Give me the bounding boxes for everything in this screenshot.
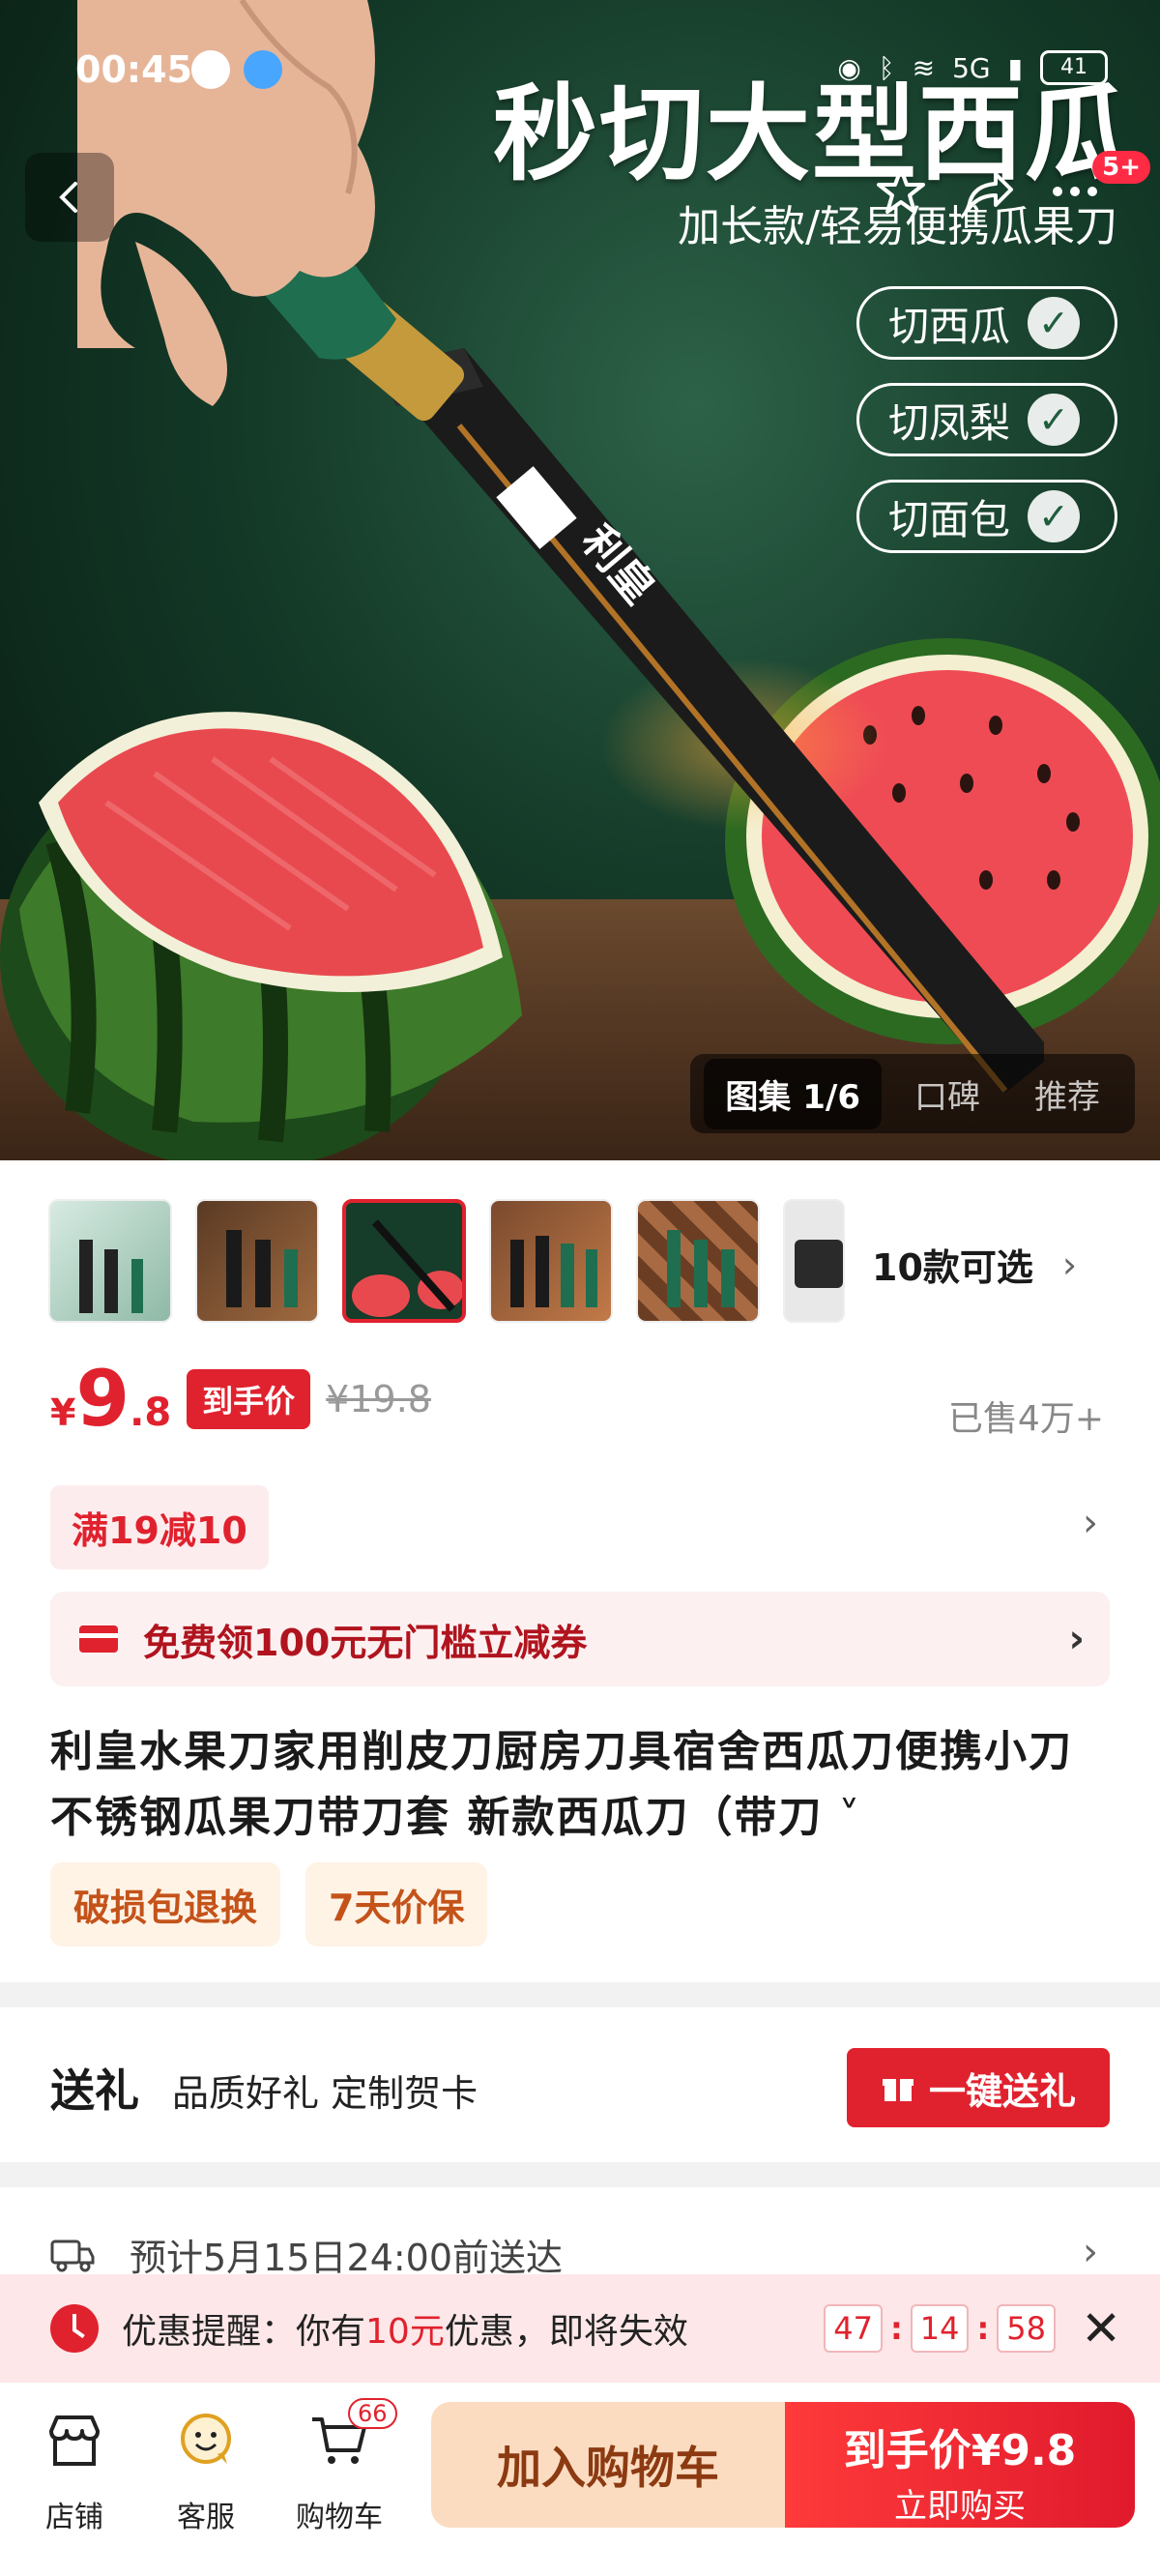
price-currency: ¥ [50,1391,76,1434]
favorite-star-icon[interactable] [874,164,928,219]
feature-pill-pineapple: 切凤梨 ✓ [856,383,1117,456]
knife-thumb-icon [510,1236,597,1307]
service-tags: 破损包退换 7天价保 [50,1862,488,1947]
send-gift-button[interactable]: 一键送礼 [847,2048,1110,2127]
product-hero-image[interactable]: 利皇 00:45 ◉ ᛒ ≋ 5G ▮ 41 秒切大型西瓜 加长款/轻易便携瓜果… [0,0,1160,1160]
gift-subtitle: 品质好礼 定制贺卡 [172,2072,478,2115]
countdown-separator: : [889,2310,903,2347]
variants-selector[interactable]: 10款可选 › [872,1238,1077,1291]
feature-pill-watermelon: 切西瓜 ✓ [856,286,1117,360]
delivery-text: 预计5月15日24:00前送达 [130,2237,564,2279]
variant-thumb[interactable] [195,1199,319,1323]
coupon-label: 免费领100元无门槛立减券 [143,1621,588,1664]
chevron-right-icon: › [1068,1617,1085,1661]
current-price: ¥9.8 [50,1354,171,1444]
product-title-text: 利皇水果刀家用削皮刀厨房刀具宿舍西瓜刀便携小刀不锈钢瓜果刀带刀套 新款西瓜刀（带… [50,1727,1073,1842]
service-tag-return[interactable]: 破损包退换 [50,1862,281,1947]
feature-pill-bread: 切面包 ✓ [856,480,1117,553]
service-smile-icon [181,2414,231,2464]
buy-now-label: 立即购买 [894,2487,1026,2526]
variants-label: 10款可选 [872,1246,1033,1289]
discount-reminder[interactable]: 优惠提醒：你有10元优惠，即将失效 47 : 14 : 58 ✕ [0,2274,1160,2383]
variant-thumb[interactable] [489,1199,613,1323]
feature-label: 切西瓜 [888,302,1011,350]
store-label: 店铺 [45,2501,103,2534]
knife-thumb-icon [79,1240,143,1313]
variant-thumb[interactable] [48,1199,172,1323]
service-tag-price-protect[interactable]: 7天价保 [305,1862,488,1947]
cart-count-badge: 66 [348,2398,397,2429]
send-gift-label: 一键送礼 [928,2069,1076,2113]
price-decimal: .8 [130,1390,172,1435]
store-icon [49,2415,100,2466]
reminder-prefix: 优惠提醒：你有 [122,2312,366,2352]
product-title[interactable]: 利皇水果刀家用削皮刀厨房刀具宿舍西瓜刀便携小刀不锈钢瓜果刀带刀套 新款西瓜刀（带… [50,1719,1110,1851]
chevron-right-icon[interactable]: › [1083,1501,1098,1545]
gallery-tabs: 图集 1/6 口碑 推荐 [690,1054,1135,1133]
check-icon: ✓ [1028,297,1081,349]
weather-icon [244,50,282,89]
chevron-down-icon[interactable]: ˅ [823,1793,861,1842]
reminder-amount: 10元 [365,2312,445,2352]
knife-thumb-icon [667,1230,735,1307]
knife-thumb-icon [795,1240,843,1288]
variant-thumb[interactable] [636,1199,760,1323]
check-icon: ✓ [1028,394,1081,446]
truck-icon [50,2239,95,2271]
tab-gallery[interactable]: 图集 1/6 [704,1058,882,1129]
top-actions [874,164,1102,219]
delivery-row: 预计5月15日24:00前送达 [50,2228,563,2281]
countdown-minutes: 14 [910,2304,970,2353]
cart-button[interactable]: 66 购物车 [286,2398,397,2535]
cart-label: 购物车 [296,2501,383,2534]
app-notification-icon [191,50,230,89]
status-time: 00:45 [75,48,192,91]
feature-label: 切面包 [888,495,1011,543]
tab-recommend[interactable]: 推荐 [1013,1059,1121,1129]
countdown-hours: 47 [824,2304,883,2353]
promotion-tag[interactable]: 满19减10 [50,1485,269,1569]
variant-thumbnails [48,1199,845,1323]
feature-label: 切凤梨 [888,398,1011,447]
price-row: ¥9.8 到手价 ¥19.8 [50,1354,431,1444]
share-icon[interactable] [961,164,1015,219]
knife-thumb-icon [226,1230,298,1307]
final-price-tag: 到手价 [187,1369,311,1429]
watermelon-thumb-icon [352,1219,462,1317]
countdown-timer: 47 : 14 : 58 [824,2304,1056,2353]
back-button[interactable] [25,153,114,242]
gift-card: 送礼 品质好礼 定制贺卡 一键送礼 [0,2007,1160,2162]
countdown-separator: : [976,2310,990,2347]
product-info-card: 10款可选 › ¥9.8 到手价 ¥19.8 已售4万+ 满19减10 › 免费… [0,1160,1160,1982]
chevron-right-icon: › [1061,1243,1078,1286]
clock-icon [50,2304,99,2353]
buy-now-button[interactable]: 到手价¥9.8 立即购买 [785,2402,1135,2528]
add-to-cart-button[interactable]: 加入购物车 [431,2402,785,2528]
reminder-text: 优惠提醒：你有10元优惠，即将失效 [122,2303,688,2354]
check-icon: ✓ [1028,490,1081,542]
chevron-right-icon: › [1083,2230,1098,2274]
customer-service-button[interactable]: 客服 [153,2410,259,2535]
reminder-suffix: 优惠，即将失效 [444,2312,688,2352]
bottom-action-bar: 店铺 客服 66 购物车 加入购物车 到手价¥9.8 立即购买 [0,2383,1160,2576]
chevron-left-icon [59,182,77,213]
tab-reviews[interactable]: 口碑 [893,1059,1001,1129]
original-price: ¥19.8 [326,1378,431,1420]
store-button[interactable]: 店铺 [21,2410,128,2535]
gift-title: 送礼 [50,2064,139,2117]
price-integer: 9 [75,1354,130,1444]
coupon-banner[interactable]: 免费领100元无门槛立减券 › [50,1592,1110,1686]
close-icon[interactable]: ✕ [1081,2300,1121,2356]
coupon-card-icon [79,1625,118,1653]
variant-thumb-selected[interactable] [342,1199,466,1323]
service-label: 客服 [177,2501,235,2534]
countdown-seconds: 58 [997,2304,1056,2353]
buy-now-price: 到手价¥9.8 [843,2426,1077,2475]
sold-count: 已售4万+ [947,1399,1104,1439]
gift-icon [882,2079,914,2101]
variant-thumb[interactable] [783,1199,845,1323]
message-badge: 5+ [1092,151,1150,184]
